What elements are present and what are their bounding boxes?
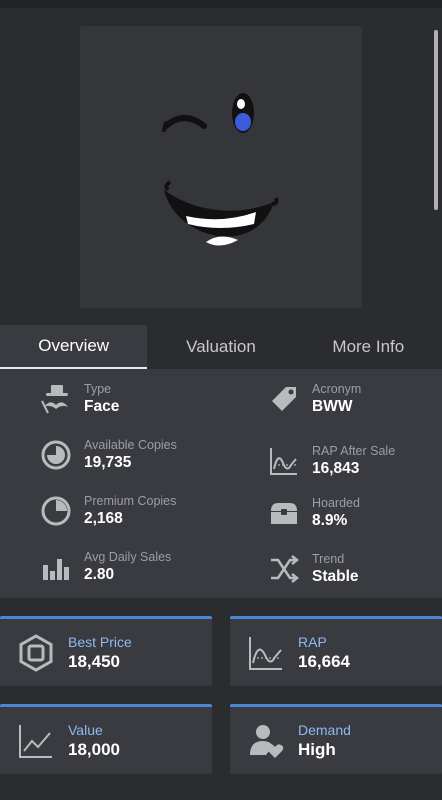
rap-card[interactable]: RAP 16,664 (230, 616, 442, 686)
clock-pie-icon (38, 493, 74, 529)
type-value: Face (84, 398, 120, 415)
hoarded-value: 8.9% (312, 512, 348, 529)
bar-chart-icon (38, 549, 74, 585)
stat-trend: Trend Stable (266, 551, 359, 587)
demand-card[interactable]: Demand High (230, 704, 442, 774)
demand-label: Demand (298, 721, 351, 738)
acronym-value: BWW (312, 398, 353, 415)
tab-more-info[interactable]: More Info (295, 325, 442, 369)
value-card[interactable]: Value 18,000 (0, 704, 212, 774)
line-chart-icon (266, 443, 302, 479)
tab-overview[interactable]: Overview (0, 325, 148, 369)
user-heart-icon (244, 719, 288, 763)
rap-label: RAP (298, 633, 327, 650)
premium-copies-value: 2,168 (84, 510, 123, 527)
shuffle-icon (266, 551, 302, 587)
robux-icon (14, 631, 58, 675)
rap-after-sale-value: 16,843 (312, 460, 360, 477)
hat-mustache-icon (38, 381, 74, 417)
best-price-value: 18,450 (68, 651, 120, 671)
stat-rap-after-sale: RAP After Sale 16,843 (266, 443, 395, 479)
stat-premium-copies: Premium Copies 2,168 (38, 493, 176, 529)
type-label: Type (84, 382, 112, 396)
best-price-card[interactable]: Best Price 18,450 (0, 616, 212, 686)
stat-acronym: Acronym BWW (266, 381, 361, 417)
treasure-chest-icon (266, 495, 302, 531)
pie-chart-icon (38, 437, 74, 473)
demand-value: High (298, 739, 336, 759)
top-bar (0, 0, 442, 8)
value-label: Value (68, 721, 103, 738)
trend-label: Trend (312, 552, 345, 566)
avg-daily-sales-value: 2.80 (84, 566, 115, 583)
hoarded-label: Hoarded (312, 496, 360, 510)
stat-avg-daily-sales: Avg Daily Sales 2.80 (38, 549, 171, 585)
best-price-label: Best Price (68, 633, 132, 650)
stat-available-copies: Available Copies 19,735 (38, 437, 177, 473)
avg-daily-sales-label: Avg Daily Sales (84, 550, 172, 564)
value-value: 18,000 (68, 739, 120, 759)
tab-bar: Overview Valuation More Info (0, 325, 442, 369)
trend-up-icon (14, 719, 58, 763)
rap-after-sale-label: RAP After Sale (312, 444, 396, 458)
premium-copies-label: Premium Copies (84, 494, 177, 508)
tab-valuation[interactable]: Valuation (147, 325, 294, 369)
available-copies-label: Available Copies (84, 438, 177, 452)
stat-hoarded: Hoarded 8.9% (266, 495, 360, 531)
stat-type: Type Face (38, 381, 119, 417)
rap-value: 16,664 (298, 651, 350, 671)
scrollbar[interactable] (434, 30, 438, 210)
acronym-label: Acronym (312, 382, 362, 396)
trend-value: Stable (312, 568, 359, 585)
available-copies-value: 19,735 (84, 454, 132, 471)
tag-icon (266, 381, 302, 417)
line-chart-icon (244, 631, 288, 675)
item-thumbnail (80, 26, 362, 308)
overview-panel: Type Face Available Copies 19,735 Premiu… (0, 369, 442, 598)
winking-face-image (162, 93, 279, 246)
